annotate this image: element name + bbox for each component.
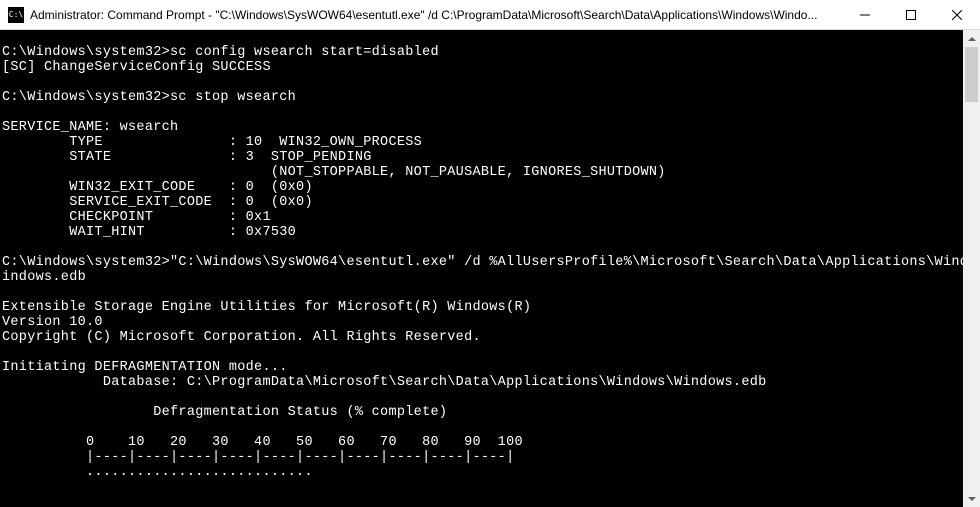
app-icon: C:\ [8,7,24,23]
scroll-down-arrow[interactable] [963,490,980,507]
window-controls [842,0,980,29]
chevron-up-icon [968,37,976,41]
terminal-area: C:\Windows\system32>sc config wsearch st… [0,30,980,507]
close-icon [952,10,962,20]
vertical-scrollbar[interactable] [963,30,980,507]
minimize-icon [860,10,870,20]
scroll-track[interactable] [963,47,980,490]
maximize-button[interactable] [888,0,934,29]
maximize-icon [906,10,916,20]
chevron-down-icon [968,497,976,501]
close-button[interactable] [934,0,980,29]
scroll-up-arrow[interactable] [963,30,980,47]
titlebar[interactable]: C:\ Administrator: Command Prompt - "C:\… [0,0,980,30]
command-prompt-window: C:\ Administrator: Command Prompt - "C:\… [0,0,980,507]
minimize-button[interactable] [842,0,888,29]
scroll-thumb[interactable] [965,47,978,102]
app-icon-glyph: C:\ [9,11,23,19]
window-title: Administrator: Command Prompt - "C:\Wind… [30,8,842,22]
terminal-output[interactable]: C:\Windows\system32>sc config wsearch st… [0,30,963,507]
